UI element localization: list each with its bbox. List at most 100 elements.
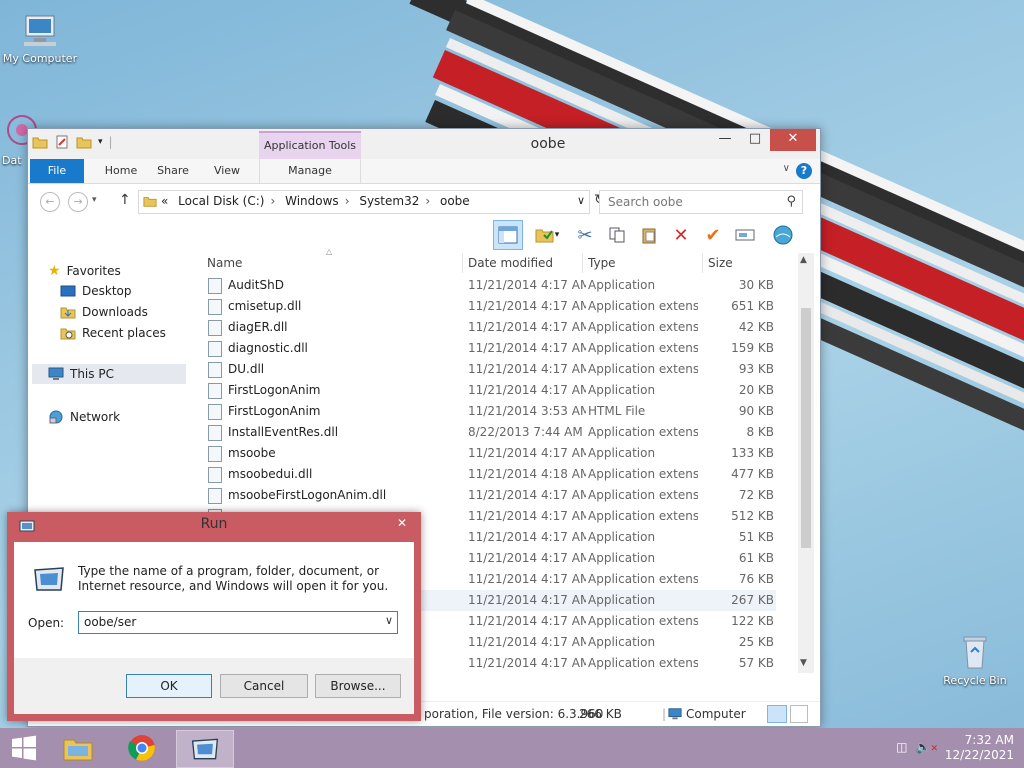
ok-button[interactable]: OK bbox=[126, 674, 212, 698]
file-date: 11/21/2014 4:17 AM bbox=[468, 614, 586, 628]
taskbar-clock[interactable]: 7:32 AM 12/22/2021 bbox=[945, 733, 1014, 763]
nav-downloads[interactable]: Downloads bbox=[60, 305, 148, 319]
column-divider[interactable] bbox=[582, 253, 583, 273]
breadcrumb-local-disk[interactable]: Local Disk (C:) bbox=[178, 194, 264, 208]
table-row[interactable]: DU.dll 11/21/2014 4:17 AM Application exte… bbox=[202, 359, 776, 380]
start-button[interactable] bbox=[0, 730, 48, 766]
taskbar-file-explorer[interactable] bbox=[50, 730, 106, 766]
vertical-scrollbar[interactable]: ▲ ▼ bbox=[798, 253, 814, 673]
table-row[interactable]: FirstLogonAnim 11/21/2014 4:17 AM Applicat… bbox=[202, 380, 776, 401]
search-icon[interactable]: ⚲ bbox=[786, 194, 796, 209]
column-header-date[interactable]: Date modified bbox=[468, 253, 553, 273]
explorer-titlebar[interactable]: ▾ | Application Tools oobe — □ ✕ bbox=[28, 129, 820, 161]
back-button[interactable]: ← bbox=[40, 192, 60, 212]
large-icons-view-icon[interactable] bbox=[790, 705, 808, 723]
paste-icon[interactable] bbox=[635, 221, 663, 249]
chevron-right-icon[interactable]: › bbox=[270, 194, 275, 208]
file-date: 11/21/2014 4:17 AM bbox=[468, 530, 586, 544]
table-row[interactable]: diagnostic.dll 11/21/2014 4:17 AM Applicat… bbox=[202, 338, 776, 359]
column-divider[interactable] bbox=[702, 253, 703, 273]
tab-manage[interactable]: Manage bbox=[259, 159, 361, 183]
breadcrumb-overflow[interactable]: « bbox=[161, 194, 168, 208]
search-input[interactable]: Search oobe bbox=[608, 195, 683, 209]
column-header-name[interactable]: Name bbox=[207, 253, 242, 273]
open-label: Open: bbox=[28, 616, 65, 630]
nav-favorites[interactable]: ★ Favorites bbox=[48, 263, 121, 279]
breadcrumb-oobe[interactable]: oobe bbox=[440, 194, 470, 208]
file-type: Application bbox=[588, 530, 656, 544]
rename-icon[interactable] bbox=[731, 221, 759, 249]
address-bar[interactable]: « Local Disk (C:) › Windows › System32 › oo… bbox=[138, 190, 590, 214]
folder-icon bbox=[143, 197, 157, 207]
chevron-right-icon[interactable]: › bbox=[345, 194, 350, 208]
tab-view[interactable]: View bbox=[204, 159, 250, 183]
globe-icon[interactable] bbox=[769, 221, 797, 249]
copy-icon[interactable] bbox=[603, 221, 631, 249]
nav-recent-places[interactable]: Recent places bbox=[60, 326, 166, 340]
file-size: 25 KB bbox=[738, 635, 774, 649]
file-size: 57 KB bbox=[738, 656, 774, 670]
close-button[interactable]: ✕ bbox=[770, 129, 816, 151]
table-row[interactable]: msoobe 11/21/2014 4:17 AM Application 133 K… bbox=[202, 443, 776, 464]
chevron-down-icon[interactable]: ∨ bbox=[385, 614, 393, 627]
expand-ribbon-icon[interactable]: ∨ bbox=[783, 163, 790, 174]
recent-locations-icon[interactable]: ▾ bbox=[92, 195, 97, 205]
column-header-type[interactable]: Type bbox=[588, 253, 616, 273]
nav-desktop[interactable]: Desktop bbox=[60, 284, 132, 298]
table-row[interactable]: FirstLogonAnim 11/21/2014 3:53 AM HTML Fil… bbox=[202, 401, 776, 422]
table-row[interactable]: AuditShD 11/21/2014 4:17 AM Application 30 … bbox=[202, 275, 776, 296]
details-view-icon[interactable] bbox=[767, 705, 787, 723]
search-box[interactable]: Search oobe ⚲ bbox=[599, 190, 803, 214]
column-divider[interactable] bbox=[462, 253, 463, 273]
tab-file[interactable]: File bbox=[30, 159, 84, 183]
recycle-bin-desktop-icon[interactable]: Recycle Bin bbox=[935, 632, 1015, 687]
tab-home[interactable]: Home bbox=[96, 159, 146, 183]
cut-icon[interactable]: ✂ bbox=[571, 221, 599, 249]
file-type: HTML File bbox=[588, 404, 646, 418]
table-row[interactable]: msoobedui.dll 11/21/2014 4:18 AM Applicati… bbox=[202, 464, 776, 485]
tab-share[interactable]: Share bbox=[150, 159, 196, 183]
file-type: Application extens... bbox=[588, 614, 698, 628]
browse-button[interactable]: Browse... bbox=[315, 674, 401, 698]
nav-network[interactable]: Network bbox=[48, 410, 120, 424]
table-row[interactable]: cmisetup.dll 11/21/2014 4:17 AM Applicatio… bbox=[202, 296, 776, 317]
file-name: diagnostic.dll bbox=[228, 341, 308, 355]
forward-button[interactable]: → bbox=[68, 192, 88, 212]
address-dropdown-icon[interactable]: ∨ bbox=[577, 194, 585, 207]
table-row[interactable]: diagER.dll 11/21/2014 4:17 AM Application … bbox=[202, 317, 776, 338]
scroll-thumb[interactable] bbox=[801, 308, 811, 548]
volume-muted-icon[interactable]: 🔈✕ bbox=[916, 740, 939, 754]
table-row[interactable]: InstallEventRes.dll 8/22/2013 7:44 AM Appl… bbox=[202, 422, 776, 443]
scroll-up-icon[interactable]: ▲ bbox=[800, 255, 807, 265]
recent-places-icon bbox=[60, 328, 76, 340]
taskbar-run[interactable] bbox=[176, 730, 234, 768]
table-row[interactable]: msoobeFirstLogonAnim.dll 11/21/2014 4:17 … bbox=[202, 485, 776, 506]
my-computer-desktop-icon[interactable]: My Computer bbox=[0, 10, 80, 65]
run-close-button[interactable]: ✕ bbox=[389, 514, 415, 532]
open-combobox[interactable]: oobe/ser ∨ bbox=[78, 611, 398, 634]
help-icon[interactable]: ? bbox=[796, 163, 812, 179]
taskbar-chrome[interactable] bbox=[114, 730, 170, 766]
new-folder-icon[interactable] bbox=[76, 135, 92, 149]
checkmark-icon[interactable]: ✔ bbox=[699, 221, 727, 249]
maximize-button[interactable]: □ bbox=[740, 129, 770, 151]
downloads-icon bbox=[60, 307, 76, 319]
file-date: 11/21/2014 4:17 AM bbox=[468, 278, 586, 292]
navigation-pane-icon[interactable] bbox=[493, 220, 523, 250]
column-header-size[interactable]: Size bbox=[708, 253, 733, 273]
chevron-down-icon[interactable]: ▾ bbox=[98, 137, 103, 147]
up-button[interactable]: ↑ bbox=[119, 192, 131, 208]
chevron-right-icon[interactable]: › bbox=[425, 194, 430, 208]
properties-icon[interactable] bbox=[54, 135, 70, 149]
breadcrumb-system32[interactable]: System32 bbox=[359, 194, 419, 208]
open-input[interactable]: oobe/ser bbox=[84, 615, 136, 629]
nav-this-pc[interactable]: This PC bbox=[32, 364, 186, 384]
folder-options-icon[interactable]: ▾ bbox=[527, 221, 567, 249]
view-toolbar: ▾ ✂ ✕ ✔ bbox=[493, 219, 797, 251]
delete-icon[interactable]: ✕ bbox=[667, 221, 695, 249]
scroll-down-icon[interactable]: ▼ bbox=[800, 658, 807, 668]
network-status-icon[interactable]: ◫ bbox=[896, 740, 907, 754]
minimize-button[interactable]: — bbox=[710, 129, 740, 151]
breadcrumb-windows[interactable]: Windows bbox=[285, 194, 339, 208]
cancel-button[interactable]: Cancel bbox=[220, 674, 308, 698]
